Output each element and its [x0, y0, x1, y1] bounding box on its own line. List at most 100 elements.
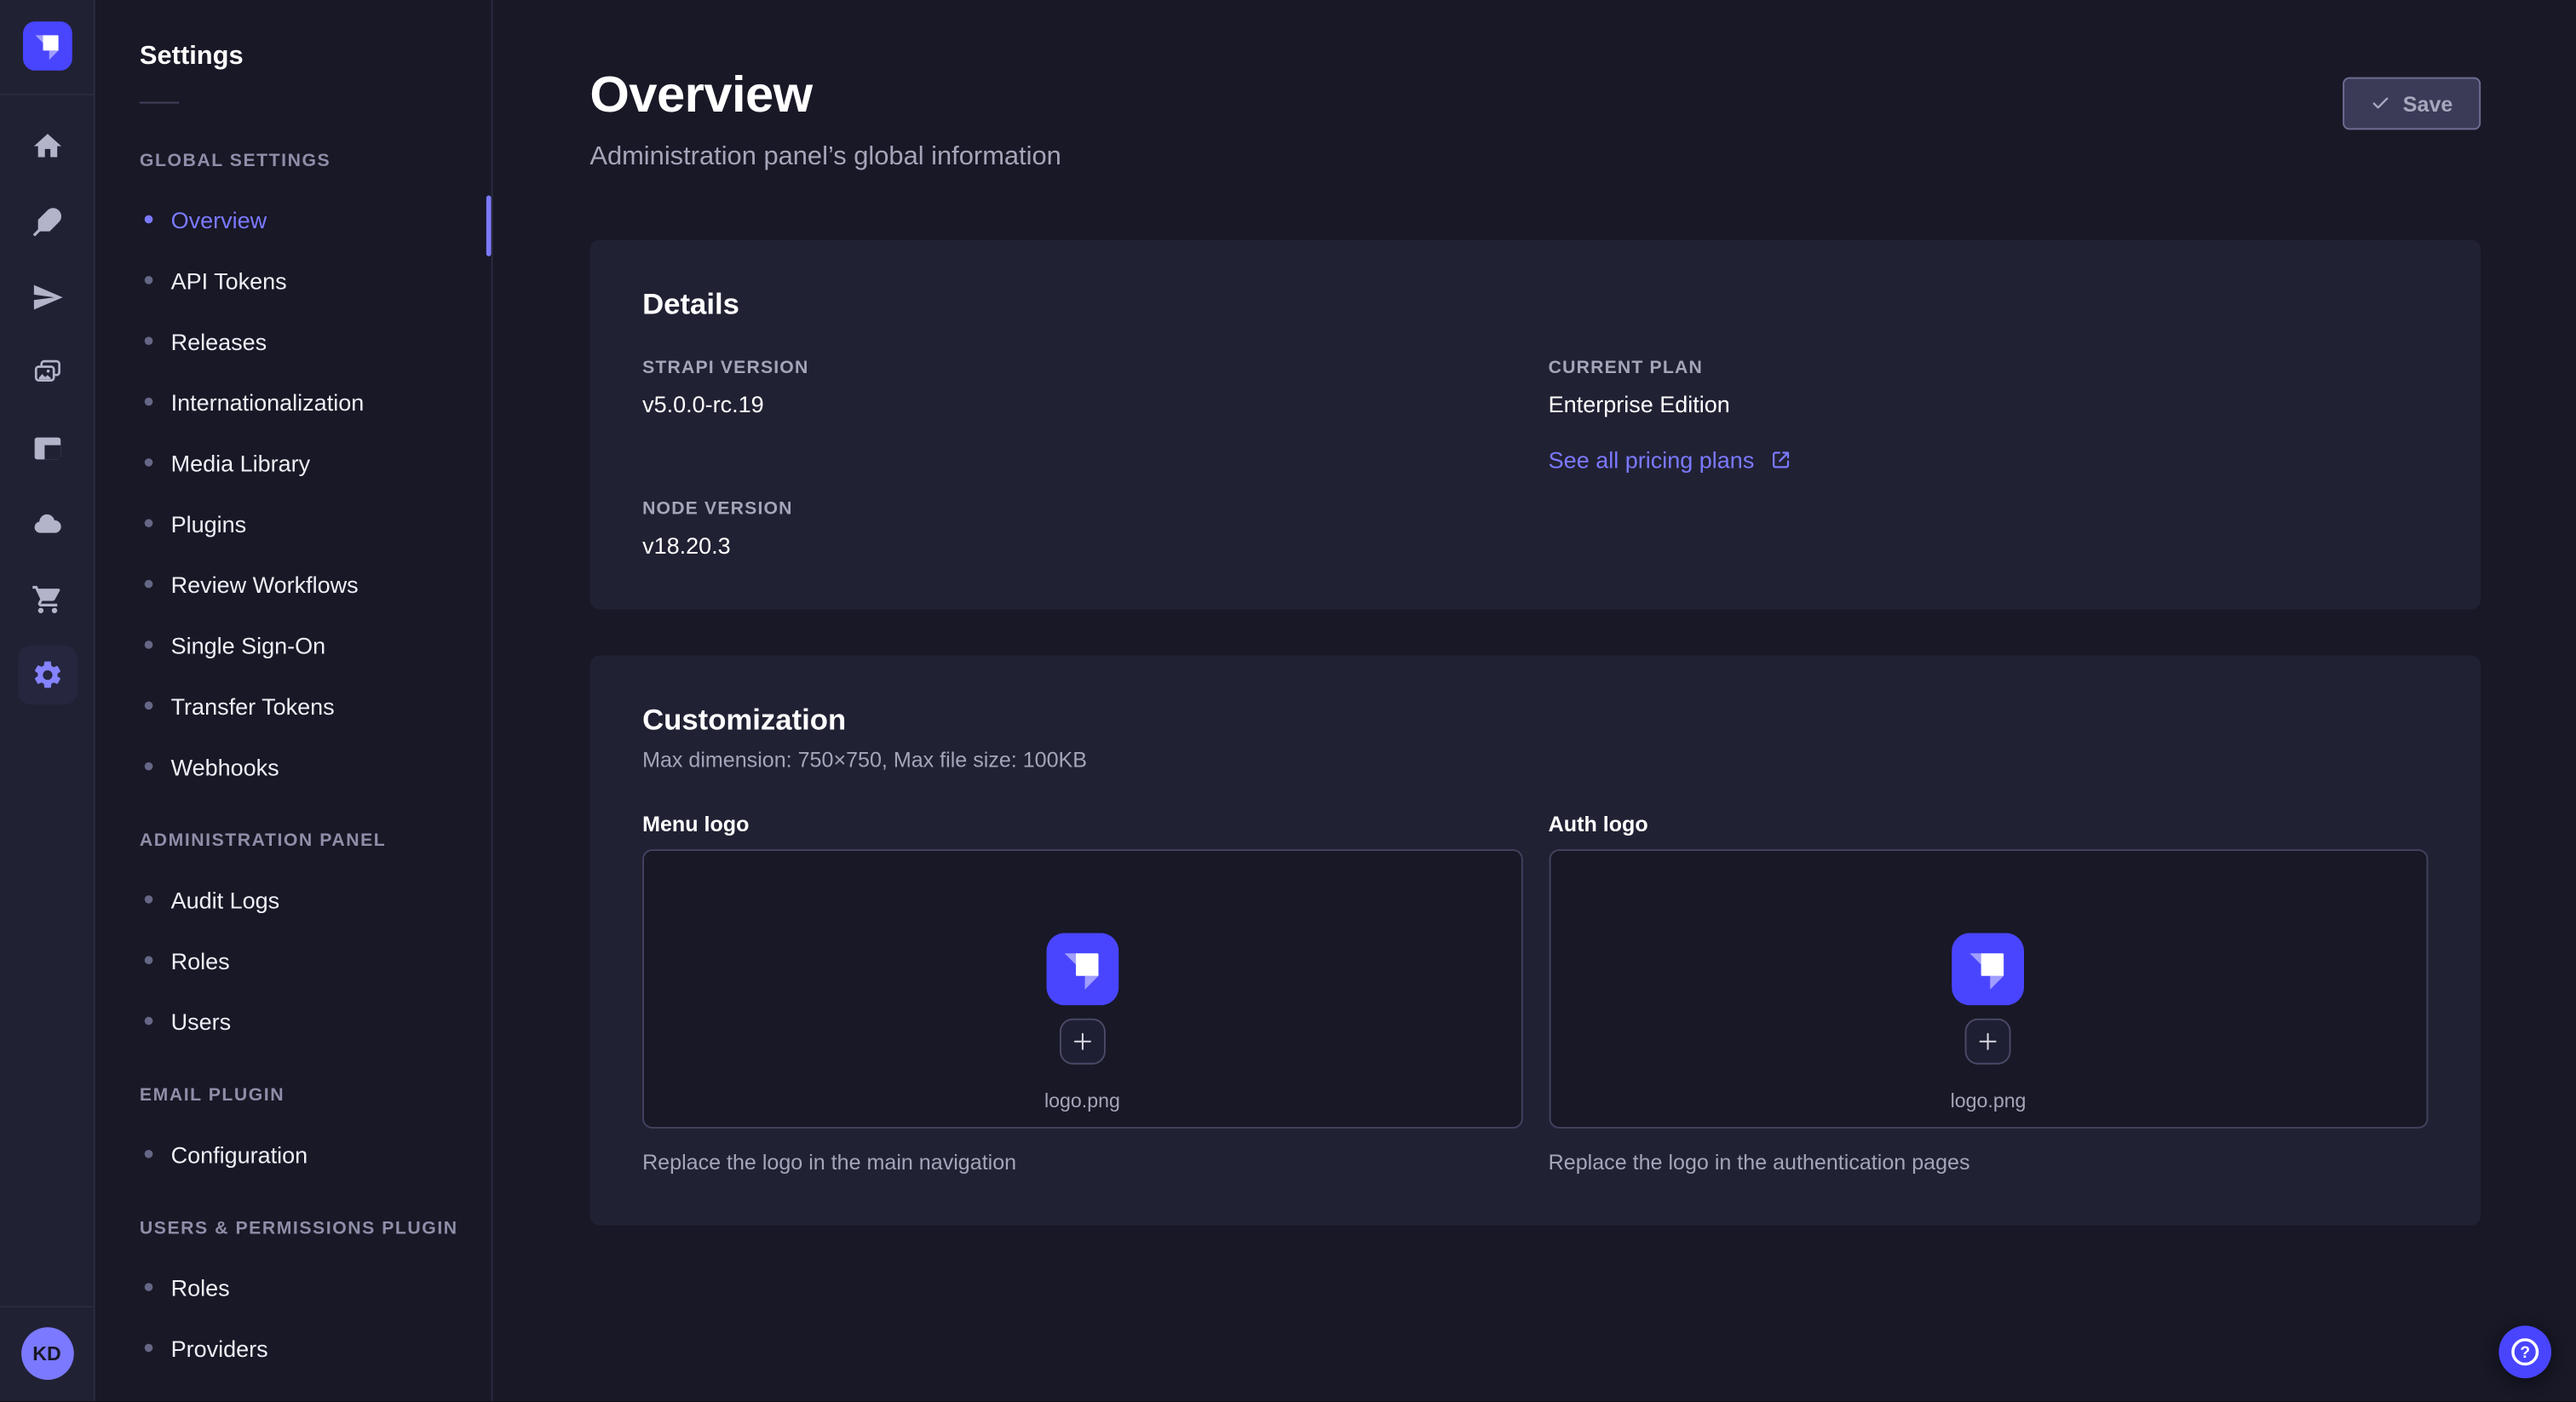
rail-footer-divider: [0, 1306, 94, 1307]
subnav-item-audit-logs[interactable]: Audit Logs: [95, 869, 492, 929]
subnav-item-label: Webhooks: [171, 753, 279, 779]
nav-media-library-button[interactable]: [17, 343, 76, 402]
auth-logo-file-name: logo.png: [1951, 1088, 2027, 1114]
customization-card: Customization Max dimension: 750×750, Ma…: [589, 655, 2481, 1225]
nav-settings-button[interactable]: [17, 646, 76, 704]
subnav-item-label: Providers: [171, 1335, 268, 1361]
bullet-icon: [145, 215, 153, 224]
subnav-item-webhooks[interactable]: Webhooks: [95, 736, 492, 796]
subnav-item-up-providers[interactable]: Providers: [95, 1318, 492, 1378]
subnav-item-internationalization[interactable]: Internationalization: [95, 371, 492, 432]
menu-logo-add-button[interactable]: [1059, 1019, 1105, 1065]
subnav-header: Settings: [95, 0, 492, 103]
section-label: USERS & PERMISSIONS PLUGIN: [95, 1217, 492, 1240]
auth-logo-upload-box[interactable]: logo.png: [1549, 849, 2429, 1129]
subnav-item-media-library[interactable]: Media Library: [95, 432, 492, 492]
customization-card-title: Customization: [642, 701, 2428, 737]
cloud-icon: [31, 508, 64, 541]
subnav-item-releases[interactable]: Releases: [95, 310, 492, 371]
settings-subnav: Settings GLOBAL SETTINGS Overview API To…: [95, 0, 493, 1401]
subnav-item-overview[interactable]: Overview: [95, 189, 492, 250]
auth-logo-caption: Replace the logo in the authentication p…: [1549, 1148, 2429, 1176]
auth-logo-add-button[interactable]: [1965, 1019, 2011, 1065]
section-label: ADMINISTRATION PANEL: [95, 830, 492, 853]
nav-releases-button[interactable]: [17, 267, 76, 326]
bullet-icon: [145, 398, 153, 406]
nav-marketplace-button[interactable]: [17, 570, 76, 629]
field-label: STRAPI VERSION: [642, 358, 1522, 379]
details-card: Details STRAPI VERSION v5.0.0-rc.19 CURR…: [589, 240, 2481, 610]
section-label: EMAIL PLUGIN: [95, 1084, 492, 1107]
gear-icon: [31, 658, 64, 692]
subnav-item-api-tokens[interactable]: API Tokens: [95, 250, 492, 310]
subnav-item-label: Audit Logs: [171, 886, 280, 912]
subnav-item-admin-users[interactable]: Users: [95, 991, 492, 1051]
auth-logo-label: Auth logo: [1549, 810, 2429, 838]
subnav-item-label: Overview: [171, 206, 267, 233]
strapi-logo-button[interactable]: [22, 21, 72, 71]
subnav-item-up-roles[interactable]: Roles: [95, 1256, 492, 1317]
details-grid: STRAPI VERSION v5.0.0-rc.19 CURRENT PLAN…: [642, 358, 2428, 560]
main-nav: KD: [0, 0, 95, 1401]
subnav-item-label: Transfer Tokens: [171, 692, 335, 719]
save-button[interactable]: Save: [2342, 78, 2481, 130]
subnav-item-plugins[interactable]: Plugins: [95, 493, 492, 554]
subnav-item-transfer-tokens[interactable]: Transfer Tokens: [95, 675, 492, 736]
subnav-item-label: Releases: [171, 328, 267, 354]
subnav-item-label: Roles: [171, 1274, 230, 1301]
home-icon: [31, 129, 64, 163]
bullet-icon: [145, 276, 153, 284]
rail-footer: KD: [0, 1306, 94, 1401]
bullet-icon: [145, 1283, 153, 1291]
page-title: Overview: [589, 66, 1061, 124]
subnav-item-label: API Tokens: [171, 267, 287, 293]
user-avatar[interactable]: KD: [20, 1327, 73, 1380]
subnav-item-label: Single Sign-On: [171, 632, 326, 658]
section-users-permissions-plugin: USERS & PERMISSIONS PLUGIN Roles Provide…: [95, 1217, 492, 1378]
field-value: v18.20.3: [642, 531, 1522, 560]
main-nav-icons: [0, 95, 94, 704]
field-value: Enterprise Edition: [1549, 389, 2429, 419]
svg-text:?: ?: [2520, 1344, 2530, 1362]
subnav-item-label: Roles: [171, 947, 230, 974]
nav-content-type-builder-button[interactable]: [17, 192, 76, 251]
subnav-item-label: Configuration: [171, 1141, 308, 1167]
menu-logo-input: Menu logo lo: [642, 810, 1522, 1176]
pricing-link-label: See all pricing plans: [1549, 445, 1755, 475]
menu-logo-preview: [1046, 933, 1118, 1005]
help-button[interactable]: ?: [2498, 1325, 2551, 1378]
details-grid-spacer: [1549, 499, 2429, 560]
paper-plane-icon: [31, 281, 64, 314]
check-icon: [2370, 94, 2389, 113]
subnav-item-review-workflows[interactable]: Review Workflows: [95, 554, 492, 614]
bullet-icon: [145, 1017, 153, 1026]
menu-logo-caption: Replace the logo in the main navigation: [642, 1148, 1522, 1176]
subnav-item-label: Review Workflows: [171, 571, 359, 597]
subnav-item-admin-roles[interactable]: Roles: [95, 930, 492, 991]
see-all-pricing-plans-link[interactable]: See all pricing plans: [1549, 445, 1792, 475]
feather-icon: [31, 205, 64, 238]
bullet-icon: [145, 336, 153, 345]
menu-logo-label: Menu logo: [642, 810, 1522, 838]
page-subtitle: Administration panel’s global informatio…: [589, 141, 1061, 175]
bullet-icon: [145, 762, 153, 771]
layout-icon: [31, 432, 64, 465]
menu-logo-file-name: logo.png: [1044, 1088, 1120, 1114]
field-node-version: NODE VERSION v18.20.3: [642, 499, 1522, 560]
nav-content-manager-button[interactable]: [17, 419, 76, 478]
subnav-title: Settings: [140, 39, 451, 75]
save-button-label: Save: [2403, 91, 2453, 116]
subnav-item-email-configuration[interactable]: Configuration: [95, 1123, 492, 1184]
section-administration-panel: ADMINISTRATION PANEL Audit Logs Roles Us…: [95, 830, 492, 1051]
bullet-icon: [145, 641, 153, 649]
external-link-icon: [1769, 448, 1792, 471]
menu-logo-upload-box[interactable]: logo.png: [642, 849, 1522, 1129]
customization-card-subtitle: Max dimension: 750×750, Max file size: 1…: [642, 746, 2428, 774]
nav-home-button[interactable]: [17, 117, 76, 175]
subnav-item-single-sign-on[interactable]: Single Sign-On: [95, 614, 492, 675]
subnav-sections: GLOBAL SETTINGS Overview API Tokens Rele…: [95, 103, 492, 1378]
nav-deploy-button[interactable]: [17, 494, 76, 553]
section-label: GLOBAL SETTINGS: [95, 149, 492, 172]
strapi-logomark-icon: [22, 21, 72, 71]
plus-icon: [1071, 1030, 1094, 1053]
